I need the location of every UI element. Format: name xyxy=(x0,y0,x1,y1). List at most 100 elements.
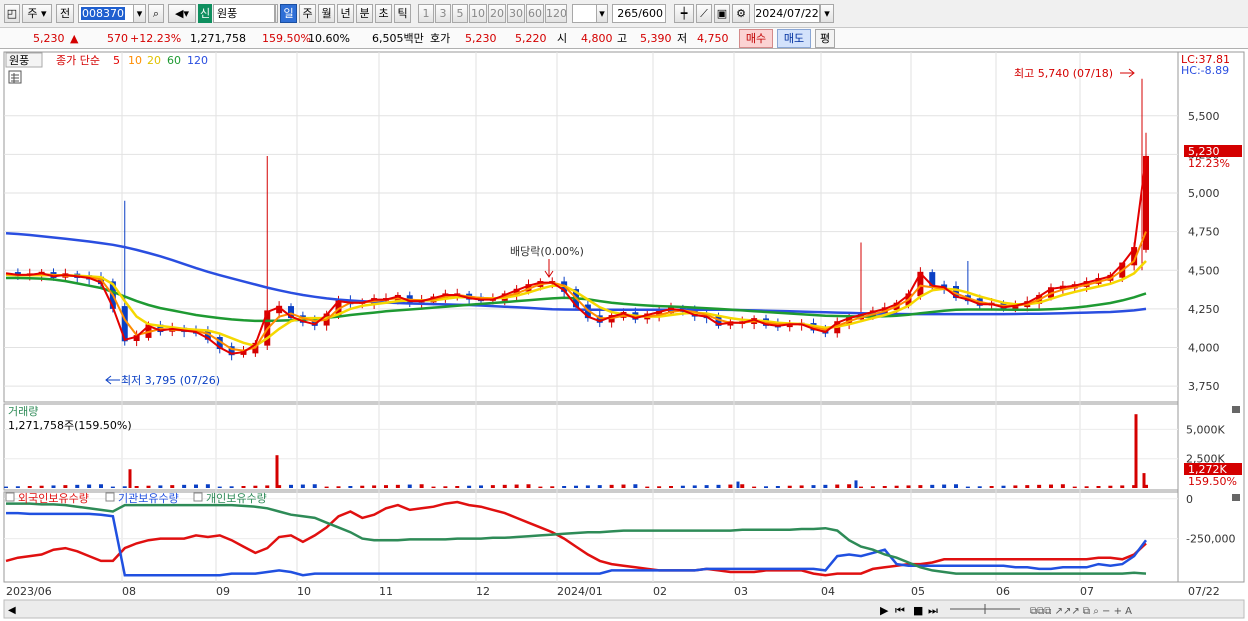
stock-name-field[interactable]: 원풍 xyxy=(213,4,275,23)
interval-button-60[interactable]: 60 xyxy=(526,4,544,23)
interval-button-20[interactable]: 20 xyxy=(488,4,506,23)
turnover-percent: 10.60% xyxy=(308,32,350,45)
volume-bar xyxy=(134,486,139,488)
volume-bar xyxy=(906,485,911,488)
foreign-legend-box[interactable] xyxy=(5,492,15,502)
volume-spike-2 xyxy=(736,481,740,488)
blank-select-arrow-icon[interactable]: ▾ xyxy=(596,4,608,23)
play-icon[interactable]: ▶ xyxy=(880,604,889,617)
volume-last-pct-text: 159.50% xyxy=(1188,475,1237,488)
search-icon[interactable]: ⌕ xyxy=(148,4,164,23)
volume-bar xyxy=(965,486,970,488)
bid-price: 5,220 xyxy=(515,32,547,45)
volume-bar xyxy=(1037,484,1042,488)
volume-bar xyxy=(455,486,460,488)
date-field[interactable]: 2024/07/22 xyxy=(754,4,820,23)
period-button-6[interactable]: 틱 xyxy=(394,4,411,23)
institution-legend-box[interactable] xyxy=(105,492,115,502)
individual-legend-box[interactable] xyxy=(193,492,203,502)
volume-bar xyxy=(99,484,103,488)
rewind-icon[interactable]: ⏮ xyxy=(895,604,905,617)
period-button-2[interactable]: 월 xyxy=(318,4,335,23)
volume-bar xyxy=(479,485,483,488)
stock-code-input[interactable]: 008370 xyxy=(78,4,134,23)
period-button-0[interactable]: 일 xyxy=(280,4,297,23)
ma-period-120: 120 xyxy=(187,54,208,67)
scroll-left-icon[interactable]: ◀ xyxy=(8,605,16,616)
interval-button-120[interactable]: 120 xyxy=(545,4,567,23)
open-label: 시 xyxy=(557,32,568,45)
high-marker-label: 최고 5,740 (07/18) xyxy=(1014,67,1113,80)
volume-bar xyxy=(241,486,246,488)
draw-tool-icon[interactable]: ⟋ xyxy=(696,4,712,23)
volume-bar xyxy=(395,484,400,488)
save-icon[interactable]: ▣ xyxy=(714,4,730,23)
foreign-legend: 외국인보유수량 xyxy=(18,492,89,505)
volume-bar xyxy=(1060,484,1065,488)
volume-bar xyxy=(562,486,567,488)
volume-bar xyxy=(918,485,923,488)
volume-bar xyxy=(384,485,388,488)
x-tick-label-11: 06 xyxy=(996,585,1010,598)
buy-button[interactable]: 매수 xyxy=(739,29,773,48)
gear-icon[interactable]: ⚙ xyxy=(732,4,750,23)
volume-bar xyxy=(51,485,56,488)
ma-period-10: 10 xyxy=(128,54,142,67)
candle-count-field[interactable]: 265/600 xyxy=(612,4,666,23)
market-type-select[interactable]: 주 ▾ xyxy=(22,4,52,23)
interval-button-30[interactable]: 30 xyxy=(507,4,525,23)
code-dropdown-icon[interactable]: ▾ xyxy=(133,4,146,23)
interval-button-10[interactable]: 10 xyxy=(469,4,487,23)
x-tick-label-6: 2024/01 xyxy=(557,585,603,598)
x-tick-label-7: 02 xyxy=(653,585,667,598)
prev-button[interactable]: 전 xyxy=(56,4,74,23)
volume-bar xyxy=(799,485,804,488)
volume-bar xyxy=(110,486,115,488)
volume-bar xyxy=(752,486,757,488)
holding-panel-close-icon[interactable] xyxy=(1232,494,1240,501)
calendar-dropdown-icon[interactable]: ▾ xyxy=(820,4,834,23)
period-button-4[interactable]: 분 xyxy=(356,4,373,23)
volume-panel-close-icon[interactable] xyxy=(1232,406,1240,413)
price-tick-label-7: 5,500 xyxy=(1188,110,1220,123)
sell-button[interactable]: 매도 xyxy=(777,29,811,48)
speaker-icon[interactable]: ◀▾ xyxy=(168,4,196,23)
period-button-1[interactable]: 주 xyxy=(299,4,316,23)
high-price: 5,390 xyxy=(640,32,672,45)
name-dropdown-icon[interactable] xyxy=(275,4,278,23)
period-button-3[interactable]: 년 xyxy=(337,4,354,23)
volume-bar xyxy=(63,485,68,488)
volume-bar xyxy=(205,484,210,488)
volume-spike-1 xyxy=(275,455,279,488)
period-button-5[interactable]: 초 xyxy=(375,4,392,23)
change-arrow: ▲ xyxy=(70,32,79,45)
chart-tools-icons[interactable]: ⧉⧉⧉ ↗↗↗ ⧉ ⌕ − + A xyxy=(1030,606,1132,617)
volume-bar xyxy=(407,484,412,488)
price-tick-label-3: 4,500 xyxy=(1188,264,1220,277)
x-tick-label-4: 11 xyxy=(379,585,393,598)
low-label: 저 xyxy=(677,32,688,45)
volume-spike-5 xyxy=(1142,473,1146,488)
x-axis: 2023/06 08 09 10 11 12 2024/01 02 03 04 05 06 07 07/2… xyxy=(6,585,1220,598)
candle-icon[interactable]: ┿ xyxy=(674,4,694,23)
stop-icon[interactable]: ■ xyxy=(913,604,923,617)
last-pct-text: 12.23% xyxy=(1188,157,1230,170)
ma-period-5: 5 xyxy=(113,54,120,67)
current-price: 5,230 xyxy=(33,32,65,45)
table-icon-lines xyxy=(11,73,19,83)
interval-button-3[interactable]: 3 xyxy=(435,4,451,23)
hc-label: HC:-8.89 xyxy=(1181,64,1229,77)
volume-bar xyxy=(490,485,495,488)
x-tick-label-9: 04 xyxy=(821,585,835,598)
individual-legend: 개인보유수량 xyxy=(206,492,267,505)
price-tick-label-0: 3,750 xyxy=(1188,380,1220,393)
interval-button-1[interactable]: 1 xyxy=(418,4,434,23)
high-label: 고 xyxy=(617,32,628,45)
forward-icon[interactable]: ⏭ xyxy=(928,604,938,617)
chart-canvas[interactable]: 3,7504,0004,2504,5004,7505,0005,2505,500… xyxy=(0,50,1248,621)
interval-button-5[interactable]: 5 xyxy=(452,4,468,23)
candle-count: 265 xyxy=(617,7,639,20)
volume-value-label: 1,271,758주(159.50%) xyxy=(8,419,132,432)
window-menu-icon[interactable]: ◰ xyxy=(4,4,20,23)
eval-button[interactable]: 평 xyxy=(815,29,835,48)
